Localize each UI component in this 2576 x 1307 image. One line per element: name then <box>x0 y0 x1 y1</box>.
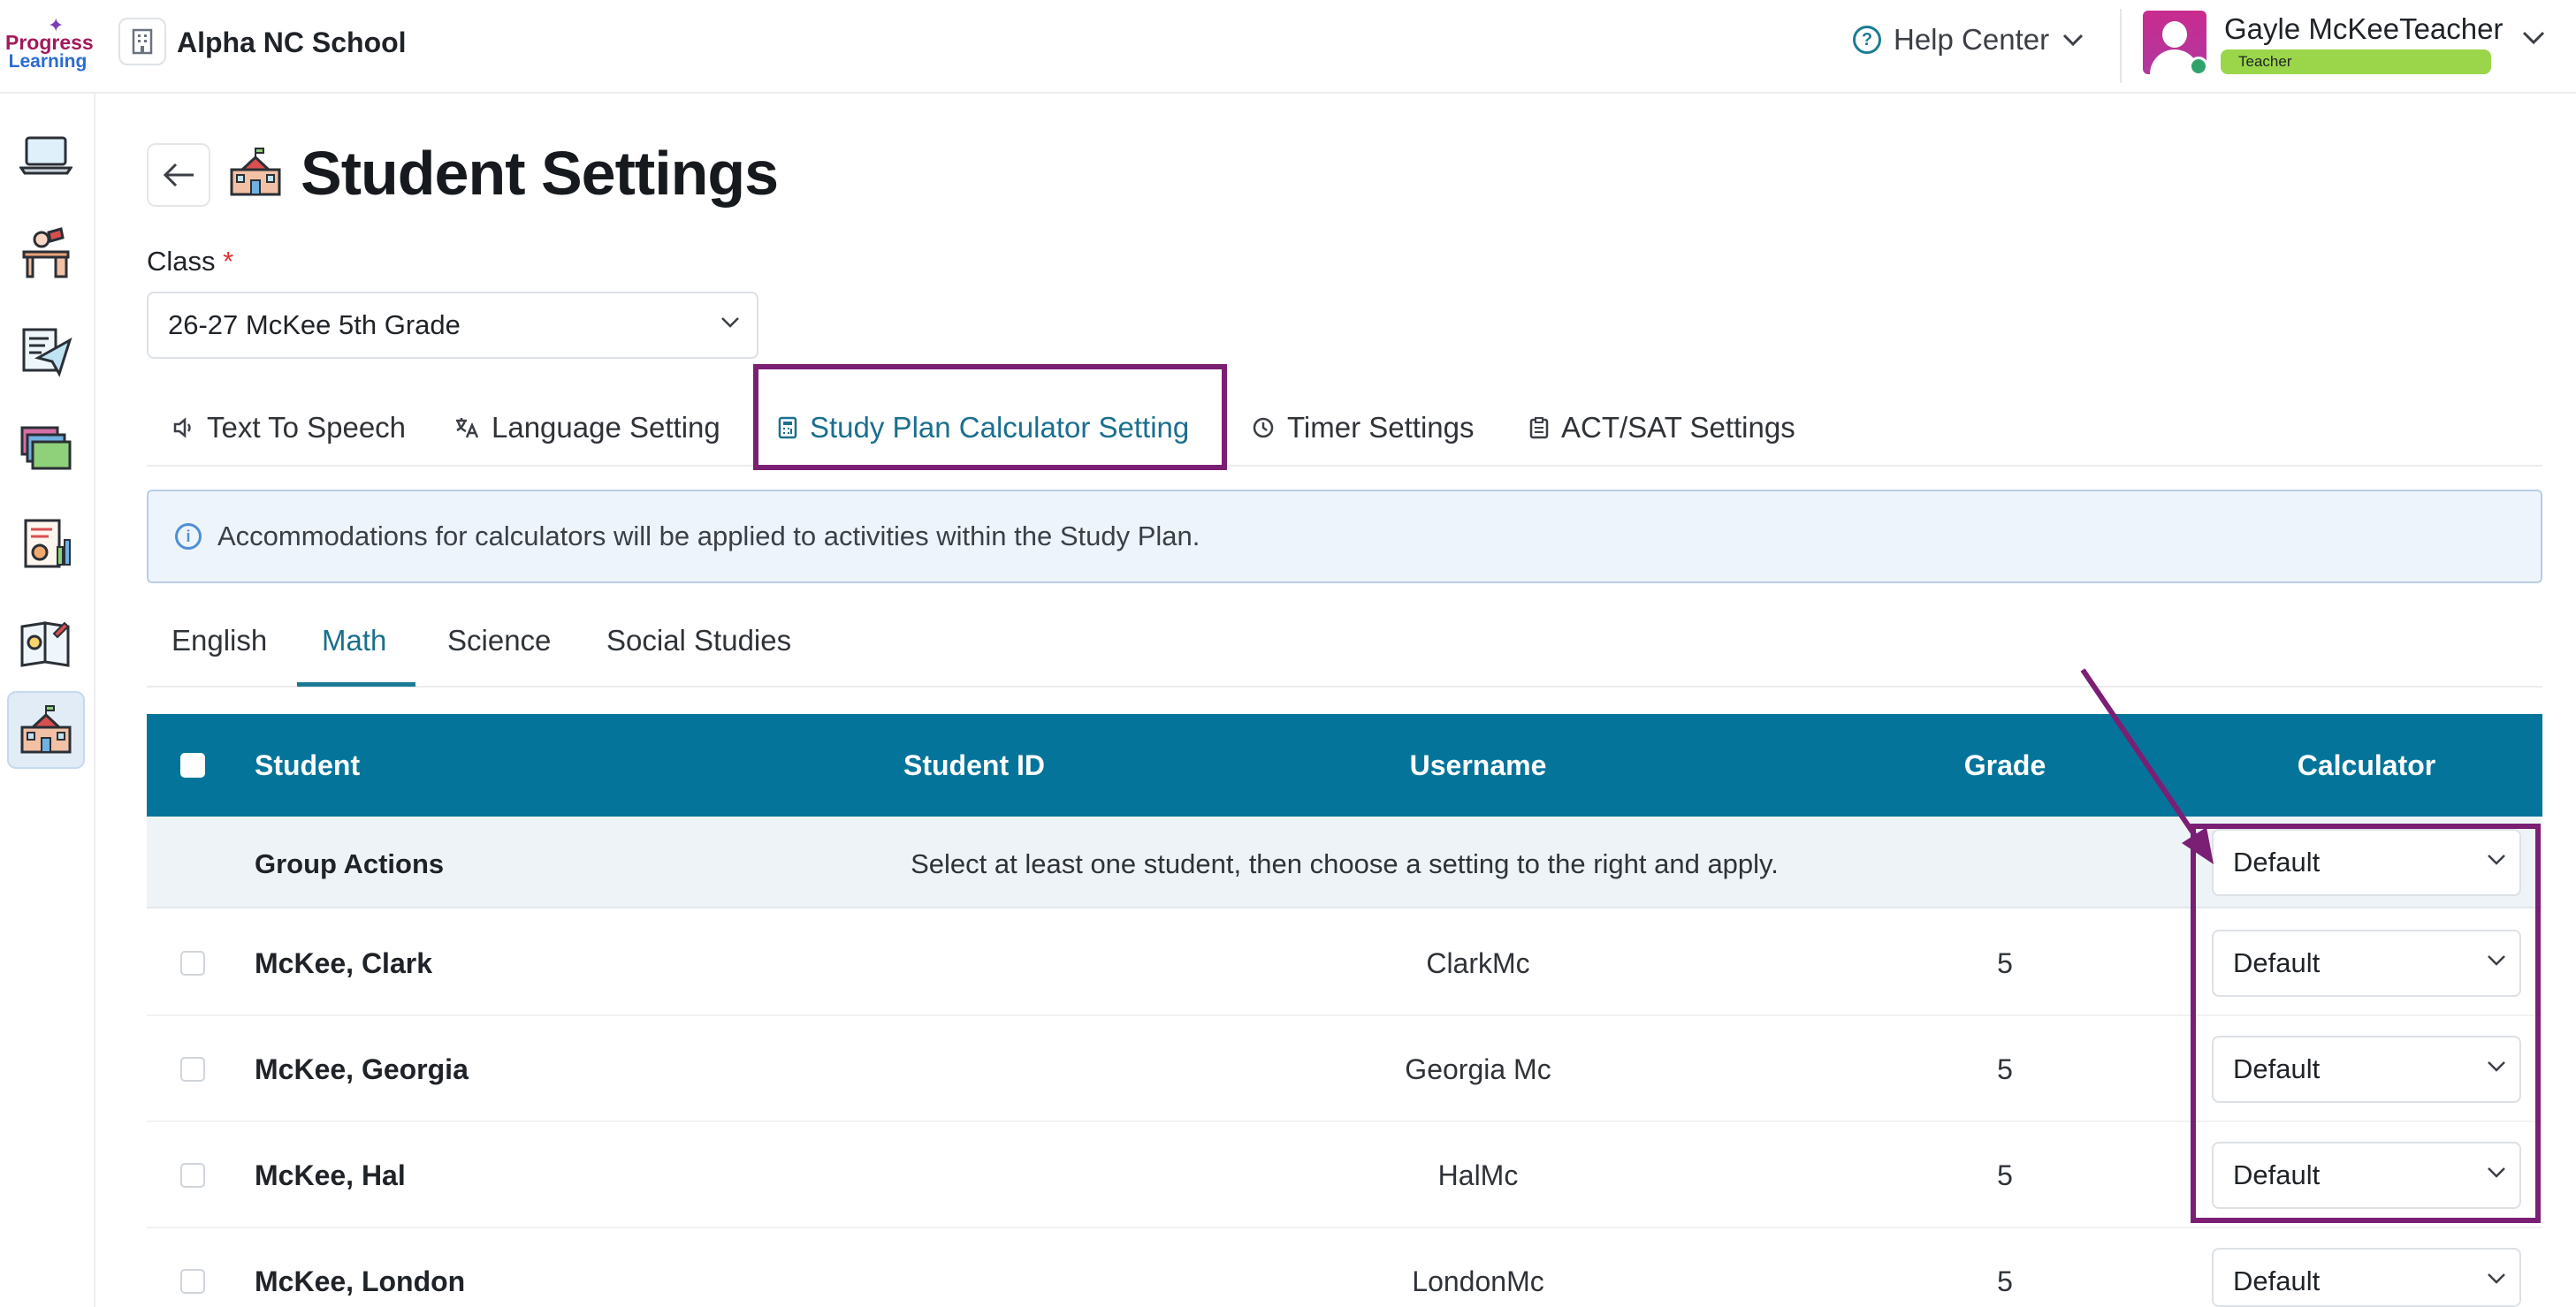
tab-act-sat-settings[interactable]: ACT/SAT Settings <box>1529 389 1795 467</box>
avatar[interactable] <box>2143 11 2206 74</box>
row-checkbox[interactable] <box>180 1163 205 1188</box>
student-username: LondonMc <box>1412 1265 1544 1297</box>
column-header-student-id[interactable]: Student ID <box>842 749 1107 782</box>
school-building-icon[interactable] <box>7 691 85 769</box>
chevron-down-icon <box>721 317 739 328</box>
table-header: Student Student ID Username Grade Calcul… <box>147 714 2542 817</box>
subject-tabs: English Math Science Social Studies <box>147 615 2542 688</box>
laptop-icon[interactable] <box>7 117 85 194</box>
tab-label: ACT/SAT Settings <box>1561 411 1795 444</box>
page-title: Student Settings <box>301 139 779 208</box>
student-grade: 5 <box>1997 1053 2013 1085</box>
class-label: Class * <box>147 246 233 277</box>
class-label-text: Class <box>147 246 216 277</box>
chevron-down-icon <box>2488 1273 2505 1284</box>
class-select[interactable]: 26-27 McKee 5th Grade <box>147 292 758 359</box>
progress-learning-logo[interactable]: ✦ Progress Learning <box>5 14 94 72</box>
info-icon: i <box>175 523 202 550</box>
calculator-select[interactable]: Default <box>2212 1248 2521 1307</box>
student-name: McKee, Clark <box>255 947 432 979</box>
select-all-checkbox[interactable] <box>180 753 205 778</box>
student-username: Georgia Mc <box>1405 1053 1551 1085</box>
class-select-value: 26-27 McKee 5th Grade <box>168 309 461 340</box>
tab-label: Language Setting <box>492 411 720 444</box>
user-role-badge: Teacher <box>2221 49 2491 74</box>
row-checkbox[interactable] <box>180 1057 205 1082</box>
header-divider <box>2120 9 2122 83</box>
logo-spark-icon: ✦ <box>48 14 65 36</box>
group-actions-message: Select at least one student, then choose… <box>911 848 1779 879</box>
school-building-title-icon <box>228 147 283 202</box>
assignment-send-icon[interactable] <box>7 311 85 389</box>
clock-icon <box>1253 417 1274 438</box>
speaker-icon <box>173 417 191 438</box>
column-header-username[interactable]: Username <box>1345 749 1611 782</box>
column-header-student[interactable]: Student <box>255 749 360 782</box>
student-name: McKee, Hal <box>255 1159 406 1191</box>
teacher-desk-icon[interactable] <box>7 214 85 292</box>
tab-timer-settings[interactable]: Timer Settings <box>1252 389 1475 467</box>
highlight-box-calculator-column <box>2191 824 2541 1223</box>
info-banner: i Accommodations for calculators will be… <box>147 490 2542 583</box>
student-grade: 5 <box>1997 1159 2013 1191</box>
required-marker: * <box>223 246 234 277</box>
translate-icon <box>456 418 479 438</box>
chevron-down-icon <box>2063 34 2084 47</box>
student-grade: 5 <box>1997 947 2013 979</box>
lesson-plan-icon[interactable] <box>7 603 85 680</box>
table-row: McKee, Hal HalMc 5 Default <box>147 1122 2542 1228</box>
table-row: McKee, London LondonMc 5 Default <box>147 1228 2542 1307</box>
student-username: ClarkMc <box>1426 947 1530 979</box>
help-center-label: Help Center <box>1894 23 2050 56</box>
clipboard-icon <box>1529 417 1549 439</box>
online-status-icon <box>2189 57 2206 74</box>
student-grade: 5 <box>1997 1265 2013 1297</box>
user-name[interactable]: Gayle McKeeTeacher <box>2224 12 2503 46</box>
tab-text-to-speech[interactable]: Text To Speech <box>171 389 406 467</box>
table-row: McKee, Georgia Georgia Mc 5 Default <box>147 1016 2542 1122</box>
tab-math[interactable]: Math <box>322 624 386 657</box>
side-navigation <box>0 94 95 1307</box>
tab-social-studies[interactable]: Social Studies <box>606 624 791 657</box>
tab-label: Text To Speech <box>207 411 407 444</box>
student-name: McKee, London <box>255 1265 466 1297</box>
help-icon: ? <box>1853 26 1881 54</box>
column-header-grade[interactable]: Grade <box>1925 749 2084 782</box>
select-value: Default <box>2233 1265 2321 1296</box>
student-username: HalMc <box>1437 1159 1519 1191</box>
user-menu-chevron-icon[interactable] <box>2521 30 2546 46</box>
top-bar: ✦ Progress Learning Alpha NC School ? He… <box>0 0 2576 94</box>
reports-icon[interactable] <box>7 505 85 583</box>
group-actions-label: Group Actions <box>255 848 445 879</box>
tab-science[interactable]: Science <box>447 624 551 657</box>
student-name: McKee, Georgia <box>255 1053 469 1085</box>
column-header-calculator: Calculator <box>2297 749 2436 781</box>
tab-label: Timer Settings <box>1287 411 1475 444</box>
school-name[interactable]: Alpha NC School <box>177 27 407 59</box>
building-icon[interactable] <box>118 18 166 65</box>
arrow-left-icon <box>163 163 194 187</box>
info-message: Accommodations for calculators will be a… <box>217 521 1200 551</box>
back-button[interactable] <box>147 143 210 207</box>
highlight-box-tab <box>753 364 1227 470</box>
table-row: McKee, Clark ClarkMc 5 Default <box>147 910 2542 1016</box>
tab-language-setting[interactable]: Language Setting <box>454 389 720 467</box>
selected-tab-indicator <box>297 682 415 687</box>
group-actions-row: Select at least one student, then choose… <box>147 817 2542 908</box>
logo-line2: Learning <box>8 51 88 72</box>
row-checkbox[interactable] <box>180 1269 205 1294</box>
tab-english[interactable]: English <box>171 624 267 657</box>
row-checkbox[interactable] <box>180 951 205 976</box>
settings-tabs: Text To Speech Language Setting Study Pl… <box>147 389 2542 467</box>
folders-icon[interactable] <box>7 408 85 486</box>
help-center-button[interactable]: ? Help Center <box>1853 23 2084 57</box>
